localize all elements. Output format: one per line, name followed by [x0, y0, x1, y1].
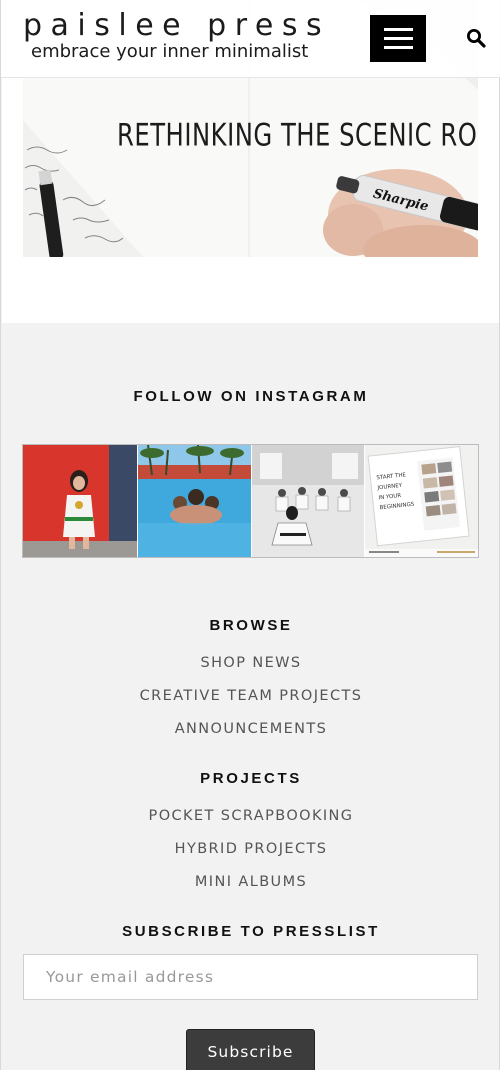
instagram-photo-journal-card[interactable]: START THE JOURNEY IN YOUR BEGINNINGS [364, 445, 478, 557]
instagram-heading: FOLLOW ON INSTAGRAM [133, 388, 369, 405]
projects-heading: PROJECTS [200, 770, 302, 787]
subscribe-heading: SUBSCRIBE TO PRESSLIST [122, 923, 380, 940]
search-icon[interactable] [466, 28, 486, 48]
projects-link-mini-albums[interactable]: MINI ALBUMS [1, 874, 500, 890]
page: Sharpie RETHINKING THE SCENIC ROUTE pais… [0, 0, 500, 1070]
email-field[interactable] [23, 954, 478, 1000]
hero-title: RETHINKING THE SCENIC ROUTE [117, 117, 478, 154]
site-logo-name[interactable]: paislee press [23, 8, 330, 43]
instagram-photo-karate-class[interactable] [250, 445, 365, 557]
subscribe-button[interactable]: Subscribe [186, 1029, 315, 1070]
browse-link-shop-news[interactable]: SHOP NEWS [1, 655, 500, 671]
instagram-photo-karate-girl[interactable] [23, 445, 137, 557]
projects-link-hybrid-projects[interactable]: HYBRID PROJECTS [1, 841, 500, 857]
hamburger-menu-icon[interactable] [370, 15, 426, 62]
instagram-grid: START THE JOURNEY IN YOUR BEGINNINGS [22, 444, 479, 558]
instagram-photo-pool[interactable] [136, 445, 251, 557]
browse-link-creative-team-projects[interactable]: CREATIVE TEAM PROJECTS [1, 688, 500, 704]
site-header: paislee press embrace your inner minimal… [1, 0, 500, 78]
browse-link-announcements[interactable]: ANNOUNCEMENTS [1, 721, 500, 737]
site-tagline: embrace your inner minimalist [31, 41, 309, 62]
projects-link-pocket-scrapbooking[interactable]: POCKET SCRAPBOOKING [1, 808, 500, 824]
browse-heading: BROWSE [209, 617, 293, 634]
